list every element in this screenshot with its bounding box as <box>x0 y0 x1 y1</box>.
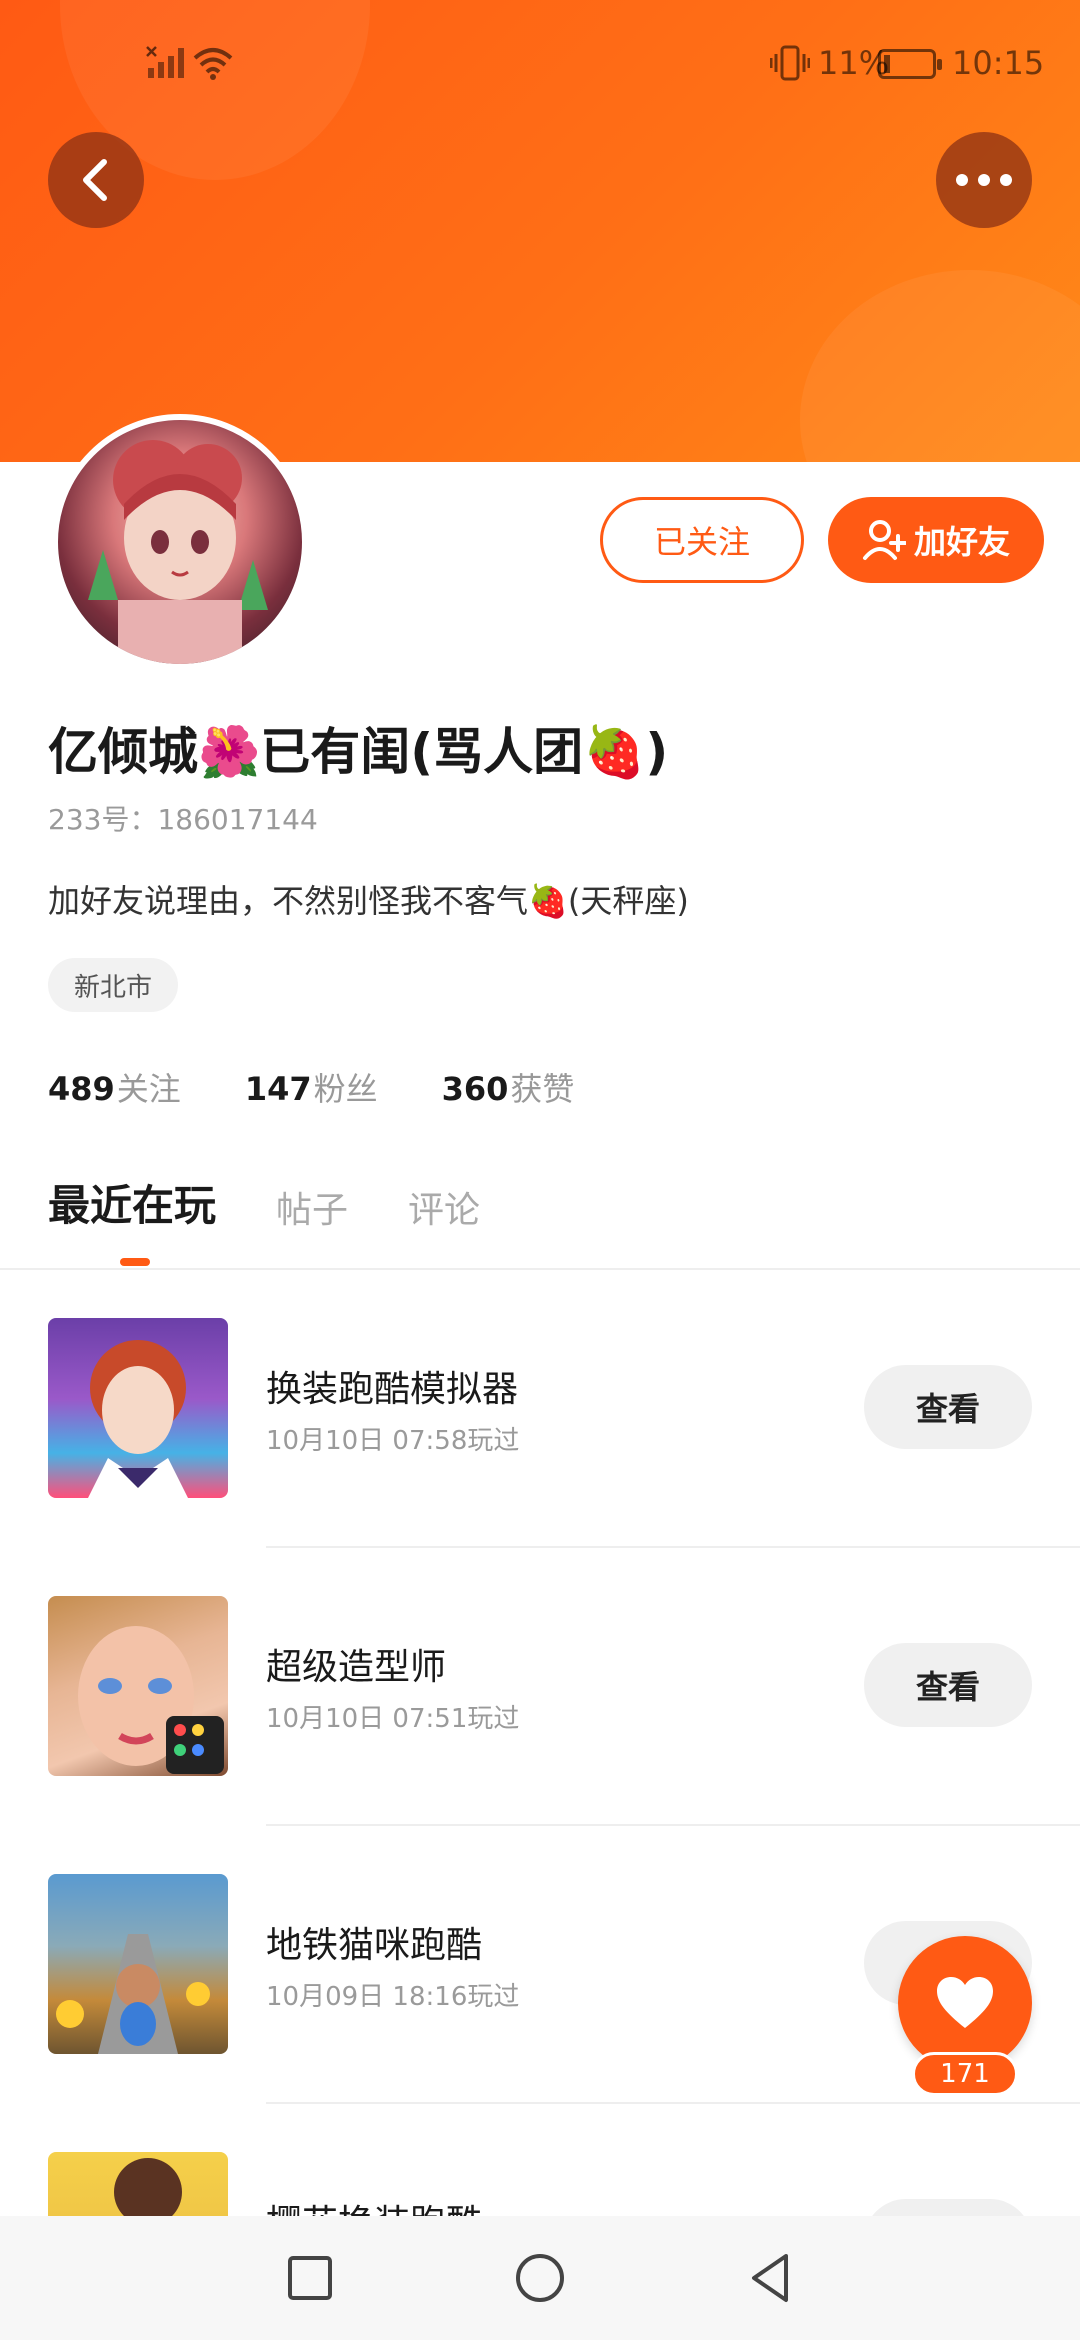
chevron-left-icon <box>83 159 107 201</box>
more-horizontal-icon <box>956 174 1012 186</box>
game-art <box>56 1934 210 2054</box>
game-thumbnail[interactable] <box>48 1596 228 1776</box>
followed-button[interactable]: 已关注 <box>600 497 804 583</box>
location-tag: 新北市 <box>48 958 179 1012</box>
status-bar: 11% 10:15 <box>0 40 1080 90</box>
game-thumbnail[interactable] <box>48 1318 228 1498</box>
stat-value: 147 <box>244 1070 312 1108</box>
profile-tabs: 最近在玩 帖子 评论 <box>48 1172 480 1233</box>
avatar[interactable] <box>52 414 308 670</box>
wifi-icon <box>193 48 233 80</box>
stat-value: 360 <box>441 1070 509 1108</box>
heart-icon <box>937 1977 993 2028</box>
view-button[interactable]: 查看 <box>864 1643 1032 1727</box>
more-button[interactable] <box>936 132 1032 228</box>
add-friend-button[interactable]: 加好友 <box>828 497 1044 583</box>
active-tab-indicator <box>120 1258 150 1266</box>
battery-icon <box>878 49 942 79</box>
vibrate-icon <box>770 45 810 81</box>
game-thumbnail[interactable] <box>48 1874 228 2054</box>
game-played-time: 10月09日 18:16玩过 <box>266 1982 520 2012</box>
tab-posts[interactable]: 帖子 <box>276 1181 348 1233</box>
like-count: 171 <box>912 2052 1018 2096</box>
view-button[interactable]: 查看 <box>864 1365 1032 1449</box>
game-played-time: 10月10日 07:51玩过 <box>266 1704 520 1734</box>
stat-label: 关注 <box>116 1070 181 1108</box>
clock: 10:15 <box>952 44 1045 82</box>
tab-comments[interactable]: 评论 <box>408 1181 480 1233</box>
home-button[interactable] <box>512 2250 568 2306</box>
game-name: 地铁猫咪跑酷 <box>266 1925 483 1966</box>
bio: 加好友说理由，不然别怪我不客气🍓(天秤座) <box>48 882 689 920</box>
back-button[interactable] <box>48 132 144 228</box>
tab-recently-played[interactable]: 最近在玩 <box>48 1172 216 1233</box>
like-button[interactable] <box>898 1936 1032 2070</box>
recent-apps-button[interactable] <box>282 2250 338 2306</box>
stat-label: 获赞 <box>510 1070 575 1108</box>
game-name: 超级造型师 <box>266 1647 447 1688</box>
add-friend-label: 加好友 <box>913 523 1010 561</box>
banner-decoration <box>800 270 1080 462</box>
game-art <box>78 1626 224 1774</box>
stat-fans[interactable]: 147粉丝 <box>245 1064 378 1110</box>
stat-following[interactable]: 489关注 <box>48 1064 181 1110</box>
game-art <box>88 1340 188 1498</box>
game-played-time: 10月10日 07:58玩过 <box>266 1426 520 1456</box>
list-item[interactable]: 换装跑酷模拟器 10月10日 07:58玩过 查看 <box>0 1270 1080 1548</box>
add-user-icon <box>862 520 906 560</box>
nickname: 亿倾城🌺已有闺(骂人团🍓) <box>48 723 669 781</box>
profile-banner: 11% 10:15 <box>0 0 1080 462</box>
list-item[interactable]: 超级造型师 10月10日 07:51玩过 查看 <box>0 1548 1080 1826</box>
user-id: 233号：186017144 <box>48 803 318 836</box>
game-name: 换装跑酷模拟器 <box>266 1369 519 1410</box>
stat-value: 489 <box>48 1070 115 1108</box>
stat-label: 粉丝 <box>313 1070 378 1108</box>
system-nav-bar <box>0 2216 1080 2340</box>
no-signal-icon <box>146 46 184 78</box>
profile-stats: 489关注 147粉丝 360获赞 <box>48 1064 574 1110</box>
avatar-illustration <box>88 440 268 664</box>
battery-level <box>884 55 890 73</box>
back-nav-button[interactable] <box>742 2250 798 2306</box>
stat-likes[interactable]: 360获赞 <box>442 1064 575 1110</box>
